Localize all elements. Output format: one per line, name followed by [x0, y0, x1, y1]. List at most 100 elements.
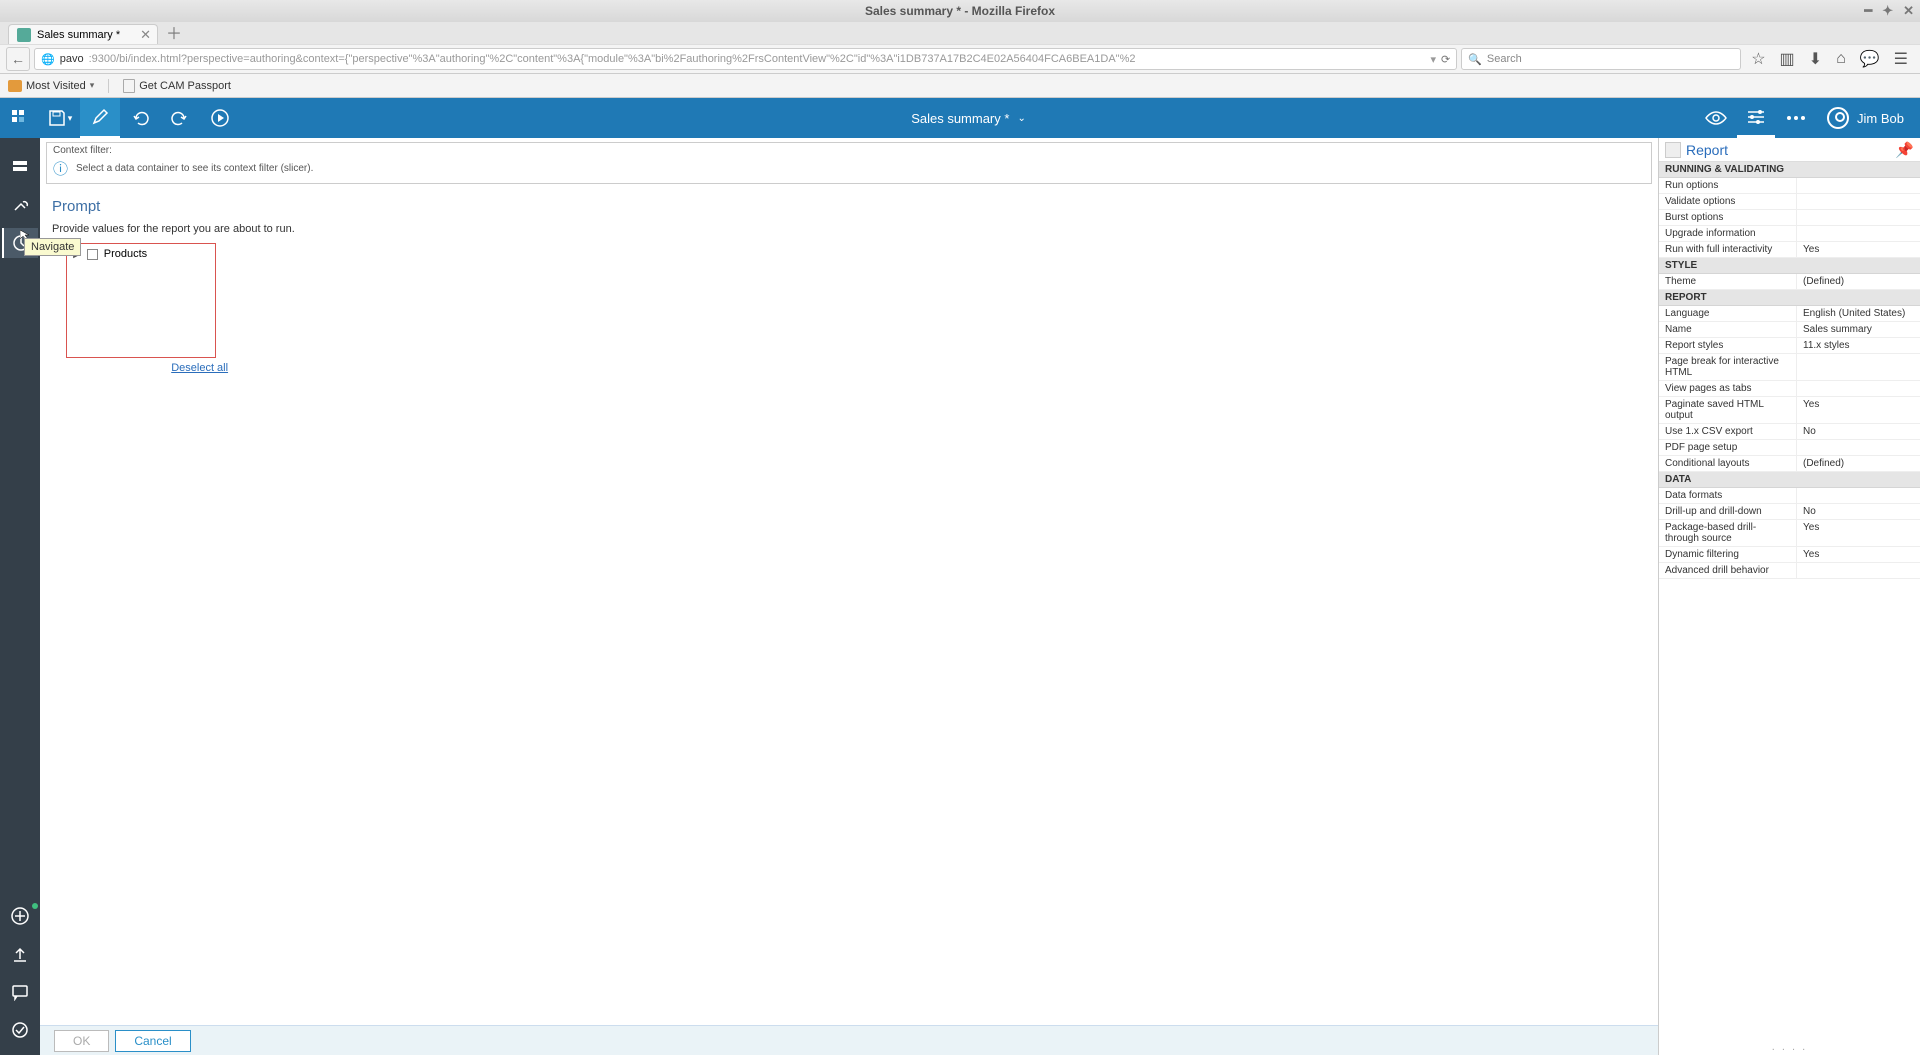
redo-button[interactable] [160, 98, 200, 138]
property-row[interactable]: Drill-up and drill-downNo [1659, 504, 1920, 520]
search-input[interactable]: 🔍 Search [1461, 48, 1741, 70]
property-label: Package-based drill-through source [1659, 520, 1797, 546]
property-label: Upgrade information [1659, 226, 1797, 241]
property-row[interactable]: Dynamic filteringYes [1659, 547, 1920, 563]
home-icon[interactable]: ⌂ [1836, 50, 1846, 68]
maximize-icon[interactable]: ✦ [1882, 3, 1893, 19]
close-icon[interactable]: ✕ [1903, 3, 1914, 19]
property-row[interactable]: Package-based drill-through sourceYes [1659, 520, 1920, 547]
reload-icon[interactable]: ⟳ [1441, 53, 1450, 66]
tree-item-products[interactable]: ▶ Products [73, 248, 209, 260]
document-title-area[interactable]: Sales summary * ⌄ [240, 111, 1697, 126]
property-row[interactable]: View pages as tabs [1659, 381, 1920, 397]
upload-button[interactable] [2, 939, 38, 969]
property-value [1797, 488, 1920, 503]
prompt-desc: Provide values for the report you are ab… [52, 223, 1646, 235]
menu-icon[interactable]: ☰ [1894, 49, 1908, 69]
app-switcher-button[interactable] [0, 98, 40, 138]
url-input[interactable]: 🌐 pavo :9300/bi/index.html?perspective=a… [34, 48, 1457, 70]
preview-button[interactable] [1697, 98, 1735, 138]
property-label: Dynamic filtering [1659, 547, 1797, 562]
property-value [1797, 563, 1920, 578]
properties-panel-title: Report [1665, 142, 1728, 158]
document-title: Sales summary * [911, 111, 1009, 126]
run-button[interactable] [200, 98, 240, 138]
browser-tab[interactable]: Sales summary * ✕ [8, 24, 158, 44]
property-row[interactable]: Upgrade information [1659, 226, 1920, 242]
pin-icon[interactable]: 📌 [1895, 141, 1914, 159]
property-row[interactable]: Page break for interactive HTML [1659, 354, 1920, 381]
chevron-down-icon: ⌄ [1017, 113, 1025, 124]
property-value: No [1797, 504, 1920, 519]
property-row[interactable]: Report styles11.x styles [1659, 338, 1920, 354]
chat-button[interactable] [2, 977, 38, 1007]
add-button[interactable] [2, 901, 38, 931]
close-tab-icon[interactable]: ✕ [140, 27, 151, 43]
data-source-button[interactable] [2, 152, 38, 182]
left-rail: Navigate [0, 138, 40, 1055]
ok-button[interactable]: OK [54, 1030, 109, 1052]
property-label: Language [1659, 306, 1797, 321]
toolbox-button[interactable] [2, 190, 38, 220]
separator [108, 79, 109, 93]
property-row[interactable]: Run options [1659, 178, 1920, 194]
library-icon[interactable]: ▥ [1780, 49, 1795, 69]
deselect-all-link[interactable]: Deselect all [171, 362, 228, 374]
drag-handle-icon[interactable]: . . . . [1659, 1039, 1920, 1055]
chat-icon[interactable]: 💬 [1860, 49, 1880, 69]
property-section-header: RUNNING & VALIDATING [1659, 162, 1920, 178]
prompt-title: Prompt [52, 198, 1646, 215]
cancel-button[interactable]: Cancel [115, 1030, 190, 1052]
property-row[interactable]: Burst options [1659, 210, 1920, 226]
tab-favicon-icon [17, 28, 31, 42]
properties-toggle-button[interactable] [1737, 98, 1775, 138]
minimize-icon[interactable]: ━ [1864, 3, 1872, 19]
bookmark-most-visited[interactable]: Most Visited ▾ [8, 80, 94, 92]
property-row[interactable]: Run with full interactivityYes [1659, 242, 1920, 258]
new-tab-button[interactable]: ＋ [158, 20, 190, 44]
property-row[interactable]: Use 1.x CSV exportNo [1659, 424, 1920, 440]
property-label: Name [1659, 322, 1797, 337]
checkbox[interactable] [87, 249, 98, 260]
property-section-header: REPORT [1659, 290, 1920, 306]
property-value [1797, 381, 1920, 396]
property-row[interactable]: NameSales summary [1659, 322, 1920, 338]
page-icon [123, 79, 135, 93]
property-row[interactable]: Theme(Defined) [1659, 274, 1920, 290]
property-value: Yes [1797, 547, 1920, 562]
search-placeholder: Search [1487, 53, 1522, 65]
property-label: Burst options [1659, 210, 1797, 225]
property-label: View pages as tabs [1659, 381, 1797, 396]
property-row[interactable]: Conditional layouts(Defined) [1659, 456, 1920, 472]
globe-icon: 🌐 [41, 53, 55, 66]
property-row[interactable]: Advanced drill behavior [1659, 563, 1920, 579]
property-label: Use 1.x CSV export [1659, 424, 1797, 439]
more-button[interactable] [1777, 98, 1815, 138]
url-bar: ← 🌐 pavo :9300/bi/index.html?perspective… [0, 44, 1920, 74]
property-row[interactable]: PDF page setup [1659, 440, 1920, 456]
bookmark-cam-passport[interactable]: Get CAM Passport [123, 79, 231, 93]
property-value: Yes [1797, 242, 1920, 257]
bookmark-star-icon[interactable]: ☆ [1751, 49, 1765, 69]
prompt-tree-select[interactable]: ▶ Products [66, 243, 216, 358]
property-row[interactable]: LanguageEnglish (United States) [1659, 306, 1920, 322]
property-value [1797, 178, 1920, 193]
save-button[interactable]: ▾ [40, 98, 80, 138]
property-value: Yes [1797, 520, 1920, 546]
user-menu[interactable]: Jim Bob [1827, 107, 1904, 129]
property-label: Paginate saved HTML output [1659, 397, 1797, 423]
validate-button[interactable] [2, 1015, 38, 1045]
property-row[interactable]: Data formats [1659, 488, 1920, 504]
dropdown-icon[interactable]: ▾ [1430, 53, 1436, 66]
downloads-icon[interactable]: ⬇ [1809, 49, 1822, 69]
os-title-bar: Sales summary * - Mozilla Firefox ━ ✦ ✕ [0, 0, 1920, 22]
property-row[interactable]: Validate options [1659, 194, 1920, 210]
property-label: Page break for interactive HTML [1659, 354, 1797, 380]
user-name: Jim Bob [1857, 111, 1904, 126]
back-button[interactable]: ← [6, 47, 30, 71]
user-avatar-icon [1827, 107, 1849, 129]
property-row[interactable]: Paginate saved HTML outputYes [1659, 397, 1920, 424]
app-toolbar: ▾ Sales summary * ⌄ Jim Bob [0, 98, 1920, 138]
edit-button[interactable] [80, 98, 120, 138]
undo-button[interactable] [120, 98, 160, 138]
